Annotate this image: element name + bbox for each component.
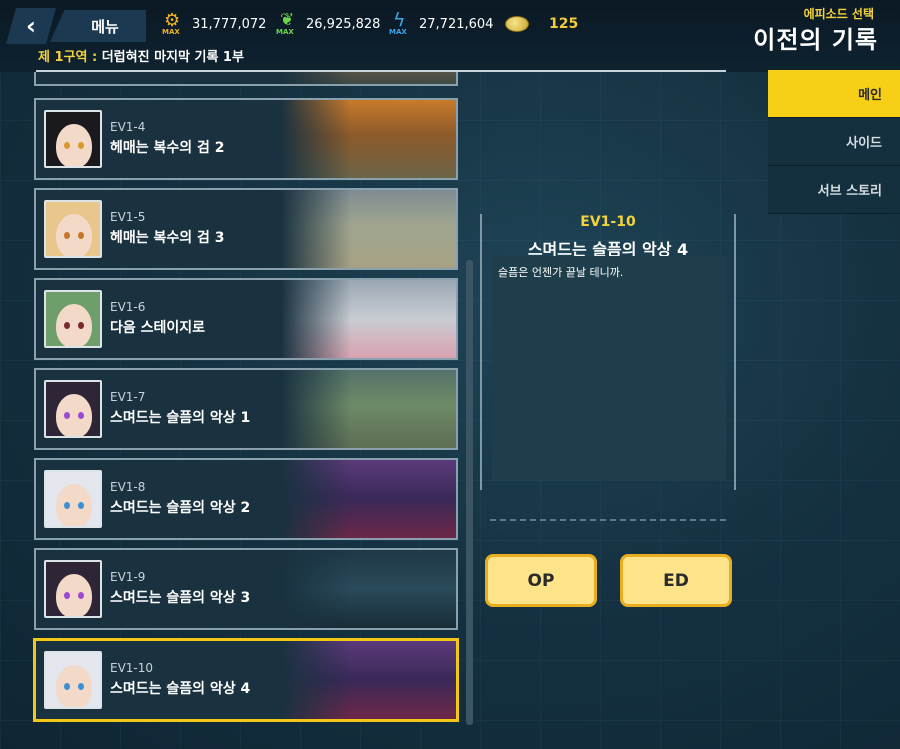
coin-value: 125 — [549, 16, 579, 32]
episode-name: 스며드는 슬픔의 악상 2 — [110, 500, 251, 516]
op-label: OP — [527, 570, 555, 591]
detail-episode-code: EV1-10 — [580, 214, 636, 230]
episode-item[interactable]: EV1-6 다음 스테이지로 — [34, 278, 458, 360]
episode-name: 헤매는 복수의 검 3 — [110, 230, 225, 246]
episode-background — [281, 550, 456, 628]
menu-label: 메뉴 — [91, 17, 119, 36]
episode-name: 스며드는 슬픔의 악상 3 — [110, 590, 251, 606]
chevron-left-icon: ‹ — [26, 12, 36, 40]
list-scrollbar[interactable] — [466, 260, 473, 725]
episode-code: EV1-5 — [110, 210, 146, 224]
tab-side[interactable]: 사이드 — [768, 118, 900, 166]
page-title: 이전의 기록 — [753, 26, 878, 54]
episode-code: EV1-4 — [110, 120, 146, 134]
back-button[interactable]: ‹ — [6, 8, 56, 44]
top-bar: ‹ 메뉴 ⚙ MAX 31,777,072 ❦ MAX 26,925,828 ϟ MA… — [0, 0, 900, 72]
resource-value: 27,721,604 — [419, 16, 494, 32]
area-title: 더럽혀진 마지막 기록 1부 — [101, 50, 244, 65]
leaf-max-icon: ❦ MAX — [276, 10, 295, 36]
episode-item[interactable]: EV1-7 스며드는 슬픔의 악상 1 — [34, 368, 458, 450]
character-portrait — [44, 560, 102, 618]
episode-background — [281, 641, 456, 719]
episode-name: 스며드는 슬픔의 악상 4 — [110, 681, 251, 697]
episode-code: EV1-10 — [110, 661, 154, 675]
detail-description: 슬픔은 언젠가 끝날 테니까. — [492, 256, 726, 480]
tab-main[interactable]: 메인 — [768, 70, 900, 118]
character-portrait — [44, 290, 102, 348]
resource-leaf: ❦ MAX 26,925,828 — [274, 10, 381, 36]
episode-background — [281, 190, 456, 268]
episode-background — [281, 100, 456, 178]
episode-name: 스며드는 슬픔의 악상 1 — [110, 410, 251, 426]
resource-value: 26,925,828 — [306, 16, 381, 32]
tab-label: 메인 — [858, 88, 882, 103]
area-subtitle: 제 1구역 : 더럽혀진 마지막 기록 1부 — [38, 46, 244, 65]
episode-list[interactable]: EV1-4 헤매는 복수의 검 2 EV1-5 헤매는 복수의 검 3 EV1-… — [30, 72, 480, 749]
episode-item[interactable]: EV1-9 스며드는 슬픔의 악상 3 — [34, 548, 458, 630]
tab-sub-story[interactable]: 서브 스토리 — [768, 166, 900, 214]
tab-label: 서브 스토리 — [817, 184, 882, 199]
tab-label: 사이드 — [846, 136, 882, 151]
ed-label: ED — [663, 570, 689, 591]
episode-item[interactable]: EV1-5 헤매는 복수의 검 3 — [34, 188, 458, 270]
category-tabs: 메인 사이드 서브 스토리 — [768, 70, 900, 214]
character-portrait — [44, 200, 102, 258]
resource-gear: ⚙ MAX 31,777,072 — [160, 10, 267, 36]
resource-coin: 125 — [505, 12, 578, 36]
character-portrait — [44, 651, 102, 709]
resource-bolt: ϟ MAX 27,721,604 — [387, 9, 494, 36]
episode-background — [281, 370, 456, 448]
character-portrait — [44, 470, 102, 528]
ed-button[interactable]: ED — [620, 554, 732, 607]
episode-item[interactable]: EV1-4 헤매는 복수의 검 2 — [34, 98, 458, 180]
dashed-divider — [490, 519, 726, 521]
episode-name: 헤매는 복수의 검 2 — [110, 140, 225, 156]
character-portrait — [44, 110, 102, 168]
op-button[interactable]: OP — [485, 554, 597, 607]
gear-max-icon: ⚙ MAX — [162, 10, 181, 36]
episode-code: EV1-7 — [110, 390, 146, 404]
episode-code: EV1-9 — [110, 570, 146, 584]
resource-value: 31,777,072 — [192, 16, 267, 32]
menu-button[interactable]: 메뉴 — [50, 10, 146, 42]
episode-detail-panel: EV1-10 스며드는 슬픔의 악상 4 슬픔은 언젠가 끝날 테니까. — [480, 214, 736, 490]
episode-item-selected[interactable]: EV1-10 스며드는 슬픔의 악상 4 — [33, 638, 459, 722]
character-portrait — [44, 380, 102, 438]
episode-background — [281, 460, 456, 538]
episode-item[interactable]: EV1-8 스며드는 슬픔의 악상 2 — [34, 458, 458, 540]
episode-code: EV1-8 — [110, 480, 146, 494]
area-label: 제 1구역 : — [38, 50, 98, 65]
episode-code: EV1-6 — [110, 300, 146, 314]
episode-background — [281, 280, 456, 358]
episode-name: 다음 스테이지로 — [110, 320, 206, 336]
episode-item-partial[interactable] — [34, 72, 458, 86]
coin-icon — [505, 16, 529, 32]
bolt-max-icon: ϟ MAX — [389, 9, 407, 36]
